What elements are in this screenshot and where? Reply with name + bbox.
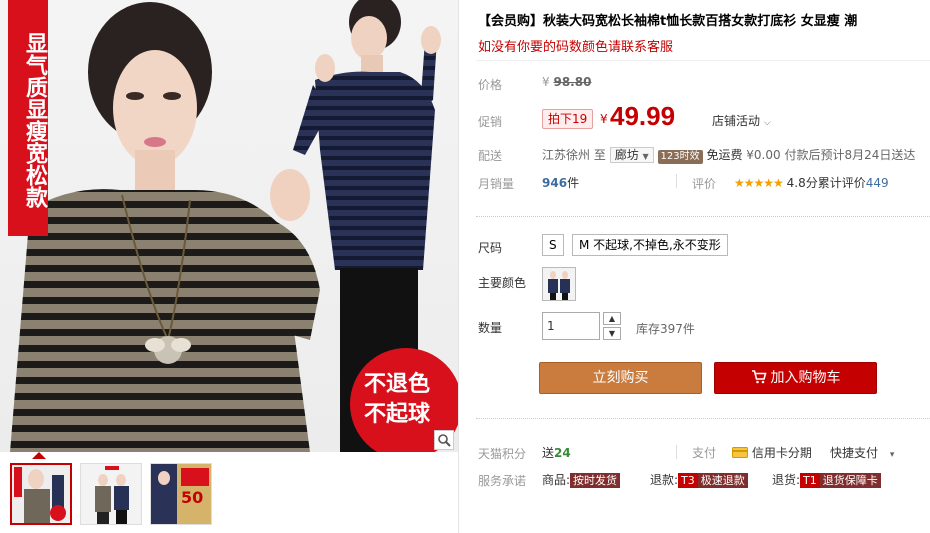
credit-card-icon: [732, 447, 748, 458]
fast-refund-tag: 极速退款: [697, 473, 748, 488]
quick-pay-label: 快捷支付: [830, 446, 879, 460]
add-to-cart-label: 加入购物车: [770, 370, 841, 386]
column-divider: [458, 0, 459, 533]
color-swatch[interactable]: [542, 267, 576, 301]
credit-card-label: 信用卡分期: [751, 446, 812, 460]
quantity-decrease-button[interactable]: ▼: [603, 327, 621, 340]
on-time-shipping-tag: 按时发货: [570, 473, 621, 488]
quick-pay[interactable]: 快捷支付 ▾: [830, 444, 894, 461]
stock-count: 库存397件: [636, 322, 695, 336]
chevron-down-icon: ⌵: [763, 118, 771, 128]
thumbnail-3-label: 50: [181, 488, 204, 507]
original-price-value: 98.80: [553, 75, 592, 89]
shipping-label: 配送: [478, 149, 503, 163]
triangle-down-icon: ▼: [642, 152, 649, 161]
model-striped-sweater-image: [10, 2, 320, 452]
color-label: 主要颜色: [478, 276, 527, 290]
rating-summary[interactable]: ★★★★★ 4.8分累计评价449: [734, 174, 889, 191]
size-option-m[interactable]: M 不起球,不掉色,永不变形: [572, 234, 728, 256]
points-amount: 24: [554, 446, 571, 460]
promo-price: 49.99: [610, 101, 676, 131]
refund-tier-badge: T3: [678, 473, 698, 488]
price-section-divider: [476, 216, 930, 217]
destination-value: 廊坊: [614, 148, 639, 162]
shipping-fee: ¥0.00: [746, 148, 781, 162]
zoom-button[interactable]: [434, 430, 454, 450]
quantity-increase-button[interactable]: ▲: [603, 312, 621, 325]
chevron-down-icon: ▾: [889, 450, 895, 460]
promo-tag[interactable]: 拍下19: [542, 109, 594, 129]
product-subtitle: 如没有你要的码数颜色请联系客服: [478, 40, 674, 55]
thumbnail-1[interactable]: [10, 463, 72, 525]
size-label: 尺码: [478, 241, 503, 255]
rating-label: 评价: [692, 177, 717, 191]
feature-vertical-banner: 显气质显瘦宽松款: [8, 0, 48, 236]
monthly-sales-label: 月销量: [478, 177, 515, 191]
thumbnail-2[interactable]: [80, 463, 142, 525]
shipping-from: 江苏徐州: [542, 148, 591, 162]
store-activity-dropdown[interactable]: 店铺活动 ⌵: [712, 112, 771, 129]
reviews-count: 449: [865, 176, 889, 190]
thumbnail-3[interactable]: 50: [150, 463, 212, 525]
title-divider: [476, 60, 930, 61]
points-divider: [676, 445, 677, 459]
service-return[interactable]: 退货: T1 退货保障卡: [772, 471, 881, 488]
payment-label: 支付: [692, 446, 717, 460]
delivery-eta: 付款后预计8月24日送达: [784, 148, 916, 162]
quantity-label: 数量: [478, 321, 503, 335]
add-to-cart-button[interactable]: 加入购物车: [714, 362, 877, 394]
color-swatch-image: [548, 271, 570, 300]
product-details: 【会员购】秋装大码宽松长袖棉t恤长款百搭女款打底衫 女显瘦 潮 如没有你要的码数…: [476, 0, 930, 533]
sales-divider: [676, 174, 677, 188]
shipping-row: 江苏徐州 至 廊坊 ▼ 123时效 免运费 ¥0.00 付款后预计8月24日送达: [542, 146, 915, 164]
price-label: 价格: [478, 78, 503, 92]
service-refund[interactable]: 退款: T3 极速退款: [650, 471, 748, 488]
service-label: 服务承诺: [478, 474, 527, 488]
free-shipping: 免运费: [706, 148, 743, 162]
promo-label: 促销: [478, 115, 503, 129]
service-refund-label: 退款:: [650, 473, 679, 487]
thumbnail-2-image: [81, 464, 141, 524]
return-tier-badge: T1: [800, 473, 820, 488]
rating-score: 4.8分: [786, 176, 818, 190]
reviews-text: 累计评价: [817, 176, 866, 190]
promo-line-1: 不退色: [364, 372, 431, 397]
shipping-to-word: 至: [593, 148, 606, 162]
promo-currency: ¥: [600, 112, 608, 126]
service-return-label: 退货:: [772, 473, 801, 487]
destination-select[interactable]: 廊坊 ▼: [609, 147, 654, 163]
star-rating-icon: ★★★★★: [734, 176, 784, 190]
chevron-up-icon: ▲: [608, 314, 616, 323]
credit-card-installment[interactable]: 信用卡分期: [732, 444, 812, 461]
buy-now-button[interactable]: 立刻购买: [539, 362, 702, 394]
points-label: 天猫积分: [478, 447, 527, 461]
sales-row: 946件: [542, 174, 579, 191]
service-goods-label: 商品:: [542, 473, 571, 487]
cart-icon: [751, 370, 767, 384]
monthly-sales-count: 946: [542, 176, 568, 190]
chevron-down-icon: ▼: [608, 329, 616, 338]
delivery-time-badge: 123时效: [657, 150, 703, 164]
points-value: 送24: [542, 444, 571, 461]
size-option-s[interactable]: S: [542, 234, 564, 256]
service-goods[interactable]: 商品: 按时发货: [542, 471, 621, 488]
original-currency: ¥: [542, 75, 550, 89]
thumbnail-1-image: [12, 465, 70, 523]
store-activity-label: 店铺活动: [712, 114, 761, 128]
points-send-word: 送: [542, 446, 555, 460]
quantity-input[interactable]: 1: [542, 312, 600, 340]
product-gallery: 显气质显瘦宽松款 不退色 不起球 50: [0, 0, 458, 533]
original-price: ¥ 98.80: [542, 75, 591, 89]
main-product-image[interactable]: 显气质显瘦宽松款 不退色 不起球: [0, 0, 458, 452]
actions-divider: [476, 418, 930, 419]
product-title: 【会员购】秋装大码宽松长袖棉t恤长款百搭女款打底衫 女显瘦 潮: [478, 14, 858, 29]
promo-line-2: 不起球: [364, 402, 431, 427]
monthly-sales-unit: 件: [567, 176, 580, 190]
thumbnail-strip: 50: [0, 458, 458, 533]
magnifier-icon: [438, 434, 451, 447]
return-guarantee-tag: 退货保障卡: [819, 473, 881, 488]
